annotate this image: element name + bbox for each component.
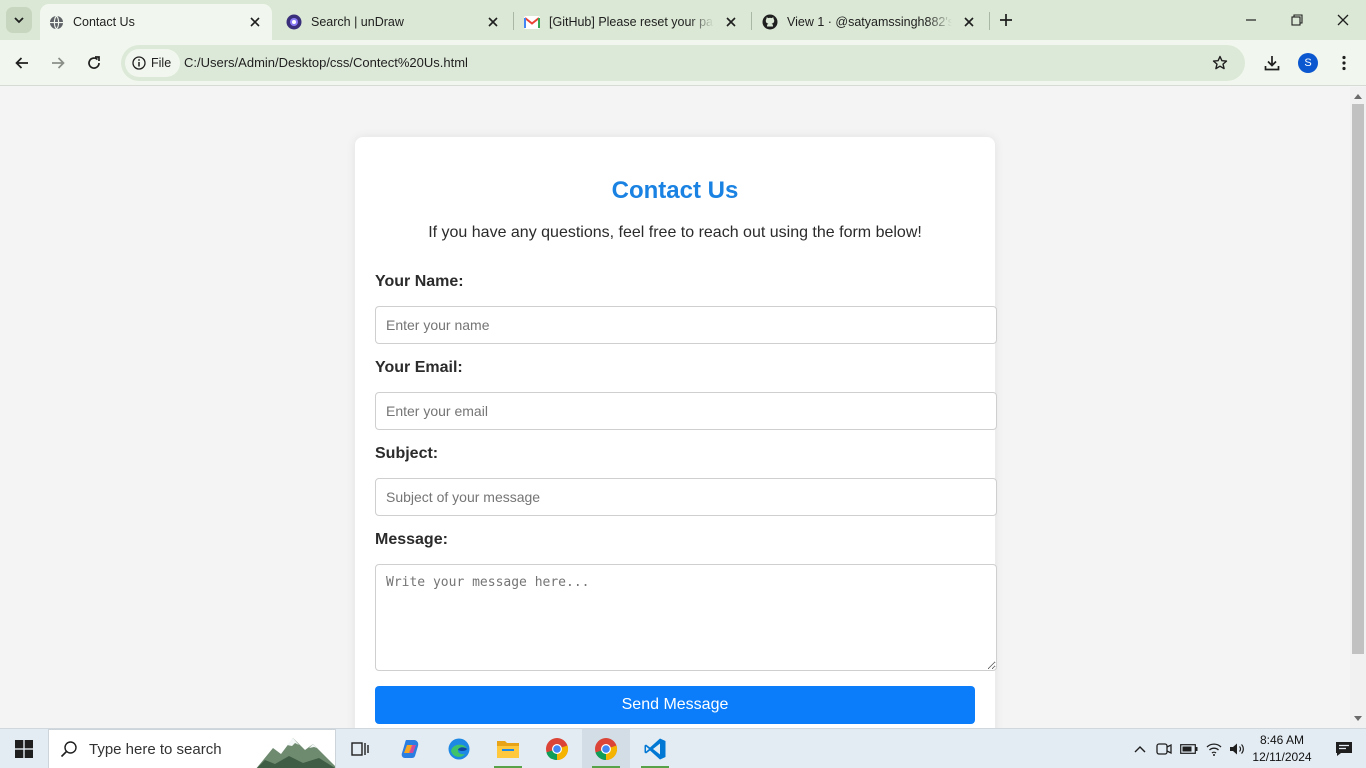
search-placeholder: Type here to search	[89, 740, 222, 758]
reload-icon	[88, 56, 100, 69]
chrome-icon[interactable]	[582, 729, 630, 768]
volume-icon[interactable]	[1227, 729, 1247, 768]
arrow-left-icon	[15, 57, 28, 69]
tab-search-button[interactable]	[6, 7, 32, 33]
mountain-illustration-icon	[256, 738, 335, 768]
minimize-button[interactable]	[1228, 0, 1274, 40]
scrollbar-thumb[interactable]	[1352, 104, 1364, 654]
scroll-down-arrow-icon[interactable]	[1350, 712, 1366, 726]
reload-button[interactable]	[80, 49, 108, 77]
contact-card: Contact Us If you have any questions, fe…	[355, 137, 997, 728]
meet-now-icon[interactable]	[1154, 729, 1174, 768]
tab-title: Contact Us	[73, 15, 135, 29]
plus-icon	[1000, 14, 1012, 26]
kebab-menu-icon	[1342, 55, 1346, 71]
message-label: Message:	[375, 531, 448, 548]
show-hidden-icons-chevron-icon[interactable]	[1130, 729, 1150, 768]
file-explorer-icon[interactable]	[484, 729, 532, 768]
url-text[interactable]: C:/Users/Admin/Desktop/css/Contect%20Us.…	[184, 55, 468, 70]
close-tab-icon[interactable]	[960, 13, 978, 31]
restore-icon	[1291, 14, 1303, 26]
message-textarea[interactable]	[375, 564, 997, 671]
close-tab-icon[interactable]	[722, 13, 740, 31]
github-icon	[762, 14, 778, 30]
page-title: Contact Us	[611, 177, 739, 204]
tab-title: Search | unDraw	[311, 15, 404, 29]
tab-separator	[989, 12, 990, 30]
name-label: Your Name:	[375, 273, 464, 290]
edge-icon[interactable]	[435, 729, 483, 768]
chrome-icon[interactable]	[533, 729, 581, 768]
clock-time: 8:46 AM	[1259, 733, 1305, 747]
windows-taskbar: Type here to search 8:46 AM 12/11/2024	[0, 728, 1366, 768]
tab-gmail[interactable]: [GitHub] Please reset your password	[516, 4, 748, 40]
menu-button[interactable]	[1330, 49, 1358, 77]
download-icon	[1264, 56, 1280, 71]
taskbar-clock[interactable]: 8:46 AM 12/11/2024	[1248, 732, 1316, 766]
info-icon	[132, 56, 146, 70]
downloads-button[interactable]	[1258, 49, 1286, 77]
close-tab-icon[interactable]	[246, 13, 264, 31]
page-viewport: Contact Us If you have any questions, fe…	[0, 87, 1350, 728]
bookmark-star-icon[interactable]	[1210, 53, 1230, 73]
taskbar-search-box[interactable]: Type here to search	[48, 729, 336, 768]
email-input[interactable]	[375, 392, 997, 430]
tab-separator	[751, 12, 752, 30]
tab-strip: Contact Us Search | unDraw [GitHub] Plea…	[0, 0, 1366, 40]
browser-toolbar: File C:/Users/Admin/Desktop/css/Contect%…	[0, 40, 1366, 86]
tab-title: View 1 · @satyamssingh882's untitled pro…	[787, 15, 952, 29]
close-tab-icon[interactable]	[484, 13, 502, 31]
tab-undraw[interactable]: Search | unDraw	[278, 4, 510, 40]
new-tab-button[interactable]	[995, 9, 1017, 31]
close-icon	[1337, 14, 1349, 26]
send-message-button[interactable]: Send Message	[375, 686, 975, 724]
clock-date: 12/11/2024	[1252, 750, 1312, 764]
start-button[interactable]	[0, 729, 48, 768]
chevron-down-icon	[14, 17, 24, 24]
battery-icon[interactable]	[1178, 729, 1200, 768]
restore-button[interactable]	[1274, 0, 1320, 40]
subject-input[interactable]	[375, 478, 997, 516]
intro-text: If you have any questions, feel free to …	[428, 224, 922, 241]
notification-center-icon[interactable]	[1322, 729, 1366, 768]
address-bar[interactable]: File C:/Users/Admin/Desktop/css/Contect%…	[121, 45, 1245, 81]
subject-label: Subject:	[375, 445, 439, 462]
tab-title: [GitHub] Please reset your password	[549, 15, 714, 29]
windows-logo-icon	[15, 740, 33, 758]
vscode-icon[interactable]	[631, 729, 679, 768]
site-chip-label: File	[151, 56, 172, 70]
scroll-up-arrow-icon[interactable]	[1350, 89, 1366, 103]
close-window-button[interactable]	[1320, 0, 1366, 40]
back-button[interactable]	[8, 49, 36, 77]
tab-github[interactable]: View 1 · @satyamssingh882's untitled pro…	[754, 4, 986, 40]
copilot-icon[interactable]	[386, 729, 434, 768]
globe-icon	[48, 14, 64, 30]
network-icon[interactable]	[1203, 729, 1225, 768]
undraw-icon	[286, 14, 302, 30]
task-view-icon[interactable]	[336, 729, 384, 768]
name-input[interactable]	[375, 306, 997, 344]
profile-avatar[interactable]: S	[1298, 53, 1318, 73]
forward-button[interactable]	[44, 49, 72, 77]
site-info-chip[interactable]: File	[125, 49, 181, 77]
search-icon	[49, 740, 89, 758]
gmail-icon	[524, 14, 540, 30]
email-label: Your Email:	[375, 359, 463, 376]
page-scrollbar[interactable]	[1350, 87, 1366, 728]
tab-contact-us[interactable]: Contact Us	[40, 4, 272, 40]
minimize-icon	[1246, 19, 1256, 21]
tab-separator	[513, 12, 514, 30]
arrow-right-icon	[52, 57, 65, 69]
